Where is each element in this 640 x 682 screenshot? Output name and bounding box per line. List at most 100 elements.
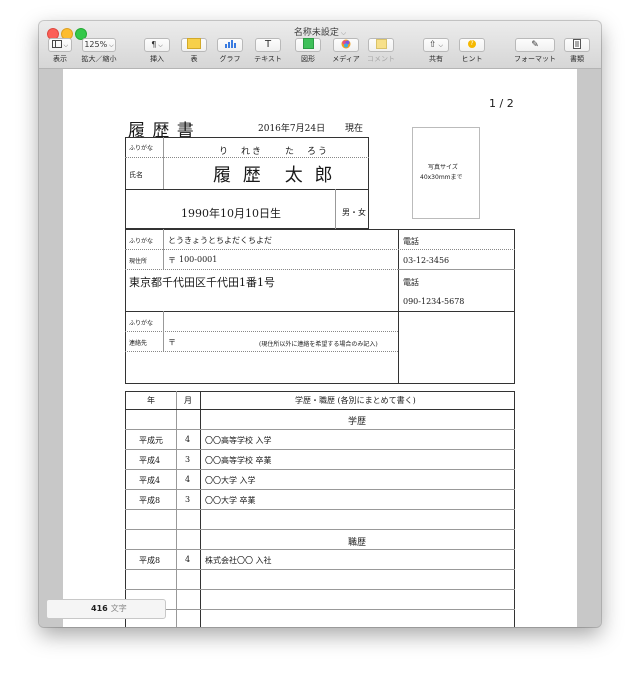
work-heading: 職歴 <box>348 538 367 548</box>
phone: 03-12-3456 <box>403 256 450 265</box>
address: 東京都千代田区千代田1番1号 <box>129 276 275 289</box>
table-label: 表 <box>190 55 198 63</box>
history-row-line <box>125 529 515 530</box>
phone2-label: 電話 <box>403 278 419 287</box>
resume-date-suffix: 現在 <box>345 124 364 134</box>
comment-icon <box>375 38 387 49</box>
education-month: 4 <box>185 435 191 444</box>
text-box-icon: T <box>264 39 272 50</box>
bar-chart-icon <box>225 40 236 48</box>
contact-furigana-divider <box>163 311 164 331</box>
history-col-month: 月 <box>184 396 192 405</box>
phone-divider <box>398 269 515 270</box>
tips-label: ヒント <box>461 55 483 63</box>
table-icon <box>187 38 201 49</box>
zoom-label: 拡大／縮小 <box>81 55 117 63</box>
document-label: 書類 <box>570 55 584 63</box>
chevron-down-icon: ⌵ <box>340 29 347 37</box>
word-count-unit: 文字 <box>110 604 127 613</box>
address-block <box>125 229 515 384</box>
education-heading: 学歴 <box>348 417 367 427</box>
history-row-line <box>125 569 515 570</box>
history-row-line <box>125 609 515 610</box>
share-button[interactable]: ⇧ ⌵ 共有 <box>421 38 451 66</box>
education-year: 平成4 <box>139 476 161 485</box>
view-label: 表示 <box>53 55 67 63</box>
document-canvas[interactable]: 1 / 2 履 歴 書 2016年7月24日 現在 ふりがな り れき た ろう… <box>39 69 601 627</box>
comment-label: コメント <box>367 55 395 63</box>
page-number: 1 / 2 <box>489 97 514 110</box>
comment-button[interactable]: コメント <box>365 38 397 66</box>
address-label-divider <box>163 249 164 269</box>
format-button[interactable]: ✎ フォーマット <box>511 38 559 66</box>
phone2: 090-1234-5678 <box>403 297 465 306</box>
education-month: 4 <box>185 475 191 484</box>
word-count: 416 <box>91 604 108 613</box>
toolbar: 名称未設定 ⌵ ⌵ 表示 125% ⌵ 拡大／縮小 ¶ ⌵ 挿入 表 グラフ T… <box>39 21 601 69</box>
share-label: 共有 <box>429 55 443 63</box>
photo-size-value: 40x30mmまで <box>420 174 463 181</box>
history-row-line <box>125 469 515 470</box>
gender-divider <box>335 189 336 229</box>
history-row-line <box>125 509 515 510</box>
name-furigana-divider <box>125 157 369 158</box>
history-row-line <box>125 409 515 410</box>
document-page[interactable]: 1 / 2 履 歴 書 2016年7月24日 現在 ふりがな り れき た ろう… <box>63 69 577 627</box>
view-button[interactable]: ⌵ 表示 <box>45 38 75 66</box>
work-detail: 株式会社〇〇 入社 <box>205 556 272 565</box>
format-label: フォーマット <box>514 55 556 63</box>
address-furigana-divider <box>163 229 164 249</box>
resume-date: 2016年7月24日 <box>258 124 326 134</box>
table-button[interactable]: 表 <box>179 38 209 66</box>
shape-button[interactable]: 図形 <box>293 38 323 66</box>
word-count-indicator[interactable]: 416 文字 <box>46 599 166 619</box>
education-detail: 〇〇高等学校 入学 <box>205 436 272 445</box>
media-label: メディア <box>332 55 360 63</box>
name-block-divider <box>163 137 164 189</box>
shape-label: 図形 <box>301 55 315 63</box>
address-postal-line <box>125 269 398 270</box>
education-year: 平成元 <box>139 436 163 445</box>
name-birth-divider <box>125 189 369 190</box>
address-furigana: とうきょうとちよだくちよだ <box>168 236 272 245</box>
shape-icon <box>302 38 314 49</box>
contact-furigana-label: ふりがな <box>129 320 154 327</box>
text-button[interactable]: T テキスト <box>251 38 285 66</box>
contact-postal-mark: 〒 <box>168 338 176 347</box>
media-button[interactable]: メディア <box>329 38 363 66</box>
birthdate: 1990年10月10日生 <box>181 207 281 220</box>
gender: 男・女 <box>342 208 366 217</box>
history-row-line <box>125 549 515 550</box>
contact-postal-line <box>125 351 398 352</box>
education-year: 平成4 <box>139 456 161 465</box>
chart-button[interactable]: グラフ <box>215 38 245 66</box>
contact-note: (現住所以外に連絡を希望する場合のみ記入) <box>259 341 378 348</box>
window-title[interactable]: 名称未設定 ⌵ <box>39 25 601 38</box>
full-name: 履 歴 太 郎 <box>213 165 336 186</box>
text-label: テキスト <box>254 55 282 63</box>
share-icon: ⇧ <box>428 40 437 50</box>
zoom-button[interactable]: 125% ⌵ 拡大／縮小 <box>79 38 119 66</box>
name-label: 氏名 <box>129 171 143 179</box>
history-row-line <box>125 429 515 430</box>
contact-label-divider <box>163 331 164 351</box>
furigana-name: り れき た ろう <box>219 147 330 157</box>
furigana-label: ふりがな <box>129 145 154 152</box>
work-year: 平成8 <box>139 556 161 565</box>
history-col-detail: 学歴・職歴 (各別にまとめて書く) <box>295 396 416 405</box>
contact-top-divider <box>125 311 515 312</box>
tips-icon: ? <box>468 39 476 48</box>
education-detail: 〇〇高等学校 卒業 <box>205 456 272 465</box>
photo-size-label: 写真サイズ <box>428 164 458 171</box>
paintbrush-icon: ✎ <box>531 40 539 50</box>
contact-label: 連絡先 <box>129 340 148 347</box>
education-year: 平成8 <box>139 496 161 505</box>
insert-label: 挿入 <box>150 55 164 63</box>
insert-button[interactable]: ¶ ⌵ 挿入 <box>139 38 175 66</box>
media-icon <box>341 39 351 48</box>
document-button[interactable]: 書類 <box>561 38 593 66</box>
tips-button[interactable]: ? ヒント <box>455 38 489 66</box>
education-detail: 〇〇大学 卒業 <box>205 496 256 505</box>
history-row-line <box>125 589 515 590</box>
app-window: 名称未設定 ⌵ ⌵ 表示 125% ⌵ 拡大／縮小 ¶ ⌵ 挿入 表 グラフ T… <box>39 21 601 627</box>
